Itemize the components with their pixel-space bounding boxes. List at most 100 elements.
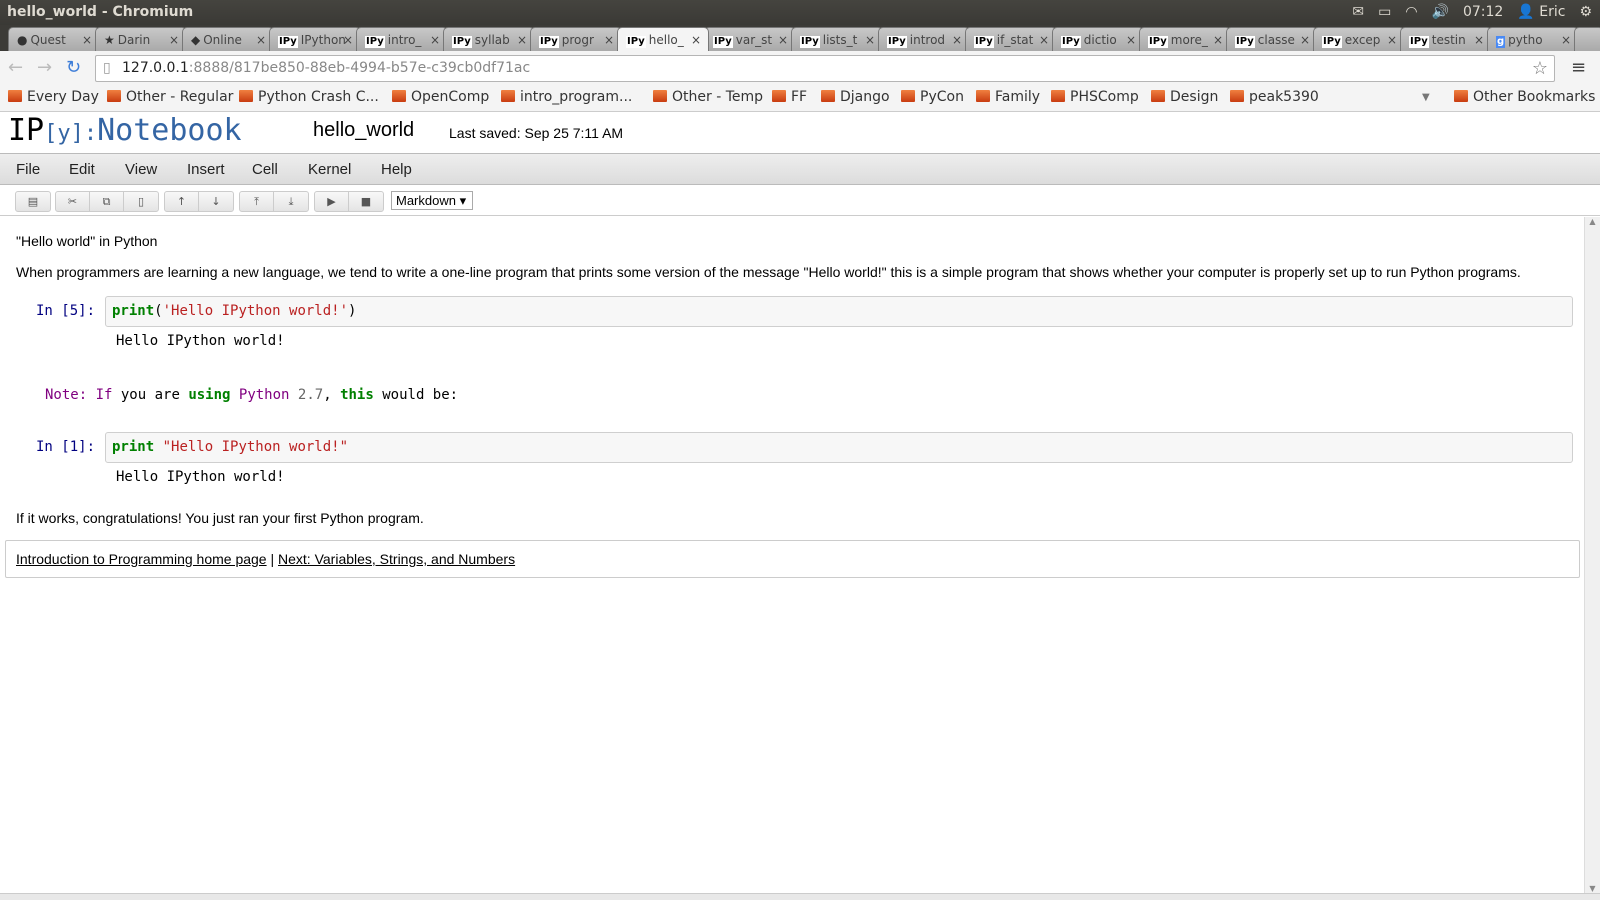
bookmark-item[interactable]: OpenComp [392, 89, 489, 105]
tab-13[interactable]: IPy more_ × [1139, 27, 1231, 51]
menu-cell[interactable]: Cell [252, 161, 278, 178]
markdown-heading[interactable]: "Hello world" in Python [16, 233, 157, 249]
close-tab-icon[interactable]: × [1126, 28, 1136, 51]
bookmark-item[interactable]: Family [976, 89, 1040, 105]
address-bar[interactable]: ▯ 127.0.0.1:8888/817be850-88eb-4994-b57e… [95, 55, 1555, 82]
close-tab-icon[interactable]: × [1474, 28, 1484, 51]
bookmark-other-bookmarks[interactable]: Other Bookmarks [1454, 89, 1595, 105]
markdown-note[interactable]: Note: If you are using Python 2.7, this … [45, 387, 458, 403]
horizontal-scrollbar[interactable] [0, 893, 1600, 900]
tab-14[interactable]: IPy classe × [1226, 27, 1318, 51]
close-tab-icon[interactable]: × [82, 28, 92, 51]
tab-16[interactable]: IPy testin × [1400, 27, 1492, 51]
insert-below-icon[interactable]: ⤓ [274, 192, 308, 211]
close-tab-icon[interactable]: × [169, 28, 179, 51]
close-tab-icon[interactable]: × [256, 28, 266, 51]
tab-7[interactable]: IPy hello_ × [617, 27, 709, 51]
close-tab-icon[interactable]: × [1561, 28, 1571, 51]
bookmark-item[interactable]: Design [1151, 89, 1218, 105]
reload-icon[interactable]: ↻ [66, 57, 81, 78]
bookmark-item[interactable]: intro_program... [501, 89, 632, 105]
mail-icon[interactable]: ✉ [1352, 0, 1364, 24]
tab-9[interactable]: IPy lists_t × [791, 27, 883, 51]
bookmark-star-icon[interactable]: ☆ [1532, 56, 1548, 81]
tab-8[interactable]: IPy var_st × [704, 27, 796, 51]
close-tab-icon[interactable]: × [691, 28, 701, 51]
menu-edit[interactable]: Edit [69, 161, 95, 178]
next-page-link[interactable]: Next: Variables, Strings, and Numbers [278, 551, 515, 567]
tab-3[interactable]: IPy IPython × [269, 27, 361, 51]
stop-icon[interactable]: ■ [349, 192, 383, 211]
back-icon[interactable]: ← [8, 57, 23, 78]
scroll-down-icon[interactable]: ▼ [1585, 884, 1600, 893]
vertical-scrollbar[interactable]: ▲ ▼ [1584, 217, 1600, 893]
volume-icon[interactable]: 🔊 [1432, 0, 1449, 24]
notebook-name[interactable]: hello_world [313, 119, 414, 142]
move-up-icon[interactable]: ↑ [165, 192, 199, 211]
copy-icon[interactable]: ⧉ [90, 192, 124, 211]
user-menu[interactable]: 👤 Eric [1517, 0, 1565, 24]
bookmark-item[interactable]: peak5390 [1230, 89, 1319, 105]
gear-icon[interactable]: ⚙ [1579, 0, 1592, 24]
code-token: print [112, 303, 155, 319]
bookmark-item[interactable]: Other - Temp [653, 89, 763, 105]
close-tab-icon[interactable]: × [865, 28, 875, 51]
cut-icon[interactable]: ✂ [56, 192, 90, 211]
close-tab-icon[interactable]: × [1039, 28, 1049, 51]
menu-view[interactable]: View [125, 161, 157, 178]
bookmark-item[interactable]: Every Day [8, 89, 99, 105]
scroll-up-icon[interactable]: ▲ [1585, 217, 1600, 226]
bookmark-item[interactable]: PHSComp [1051, 89, 1139, 105]
tab-15[interactable]: IPy excep × [1313, 27, 1405, 51]
insert-above-icon[interactable]: ⤒ [240, 192, 274, 211]
tab-4[interactable]: IPy intro_ × [356, 27, 448, 51]
bookmark-item[interactable]: Python Crash C... [239, 89, 379, 105]
close-tab-icon[interactable]: × [778, 28, 788, 51]
close-tab-icon[interactable]: × [1213, 28, 1223, 51]
forward-icon[interactable]: → [37, 57, 52, 78]
close-tab-icon[interactable]: × [517, 28, 527, 51]
bookmarks-overflow-chevron-icon[interactable]: ▼ [1422, 92, 1430, 103]
bookmark-item[interactable]: FF [772, 89, 807, 105]
menu-icon[interactable]: ≡ [1571, 57, 1586, 78]
save-icon[interactable]: ▤ [16, 192, 50, 211]
tab-0[interactable]: ● Quest × [8, 27, 100, 51]
bookmark-item[interactable]: Django [821, 89, 890, 105]
markdown-congrats[interactable]: If it works, congratulations! You just r… [16, 510, 424, 526]
close-tab-icon[interactable]: × [604, 28, 614, 51]
cell-type-select[interactable]: Markdown ▾ [391, 191, 473, 210]
move-down-icon[interactable]: ↓ [199, 192, 233, 211]
menu-help[interactable]: Help [381, 161, 412, 178]
home-page-link[interactable]: Introduction to Programming home page [16, 551, 267, 567]
bookmark-item[interactable]: Other - Regular [107, 89, 233, 105]
tab-11[interactable]: IPy if_stat × [965, 27, 1057, 51]
ipython-logo[interactable]: IP[y]:Notebook [8, 113, 242, 148]
menu-kernel[interactable]: Kernel [308, 161, 351, 178]
tab-17[interactable]: g pytho × [1487, 27, 1579, 51]
tab-2[interactable]: ◆ Online × [182, 27, 274, 51]
battery-icon[interactable]: ▭ [1378, 0, 1391, 24]
bookmark-item[interactable]: PyCon [901, 89, 964, 105]
close-tab-icon[interactable]: × [1387, 28, 1397, 51]
tab-6[interactable]: IPy progr × [530, 27, 622, 51]
tab-10[interactable]: IPy introd × [878, 27, 970, 51]
code-cell-input[interactable]: print "Hello IPython world!" [105, 432, 1573, 463]
code-cell-input[interactable]: print('Hello IPython world!') [105, 296, 1573, 327]
menu-insert[interactable]: Insert [187, 161, 225, 178]
tab-5[interactable]: IPy syllab × [443, 27, 535, 51]
new-tab-button[interactable] [1574, 27, 1600, 51]
wifi-icon[interactable]: ◠ [1405, 0, 1417, 24]
clock[interactable]: 07:12 [1463, 0, 1503, 24]
paste-icon[interactable]: ▯ [124, 192, 158, 211]
tab-12[interactable]: IPy dictio × [1052, 27, 1144, 51]
menu-file[interactable]: File [16, 161, 40, 178]
close-tab-icon[interactable]: × [430, 28, 440, 51]
close-tab-icon[interactable]: × [343, 28, 353, 51]
run-icon[interactable]: ▶ [315, 192, 349, 211]
markdown-intro[interactable]: When programmers are learning a new lang… [16, 264, 1574, 280]
tab-label: Online [203, 33, 242, 47]
markdown-links-cell[interactable]: Introduction to Programming home page | … [5, 540, 1580, 578]
close-tab-icon[interactable]: × [1300, 28, 1310, 51]
close-tab-icon[interactable]: × [952, 28, 962, 51]
tab-1[interactable]: ★ Darin × [95, 27, 187, 51]
